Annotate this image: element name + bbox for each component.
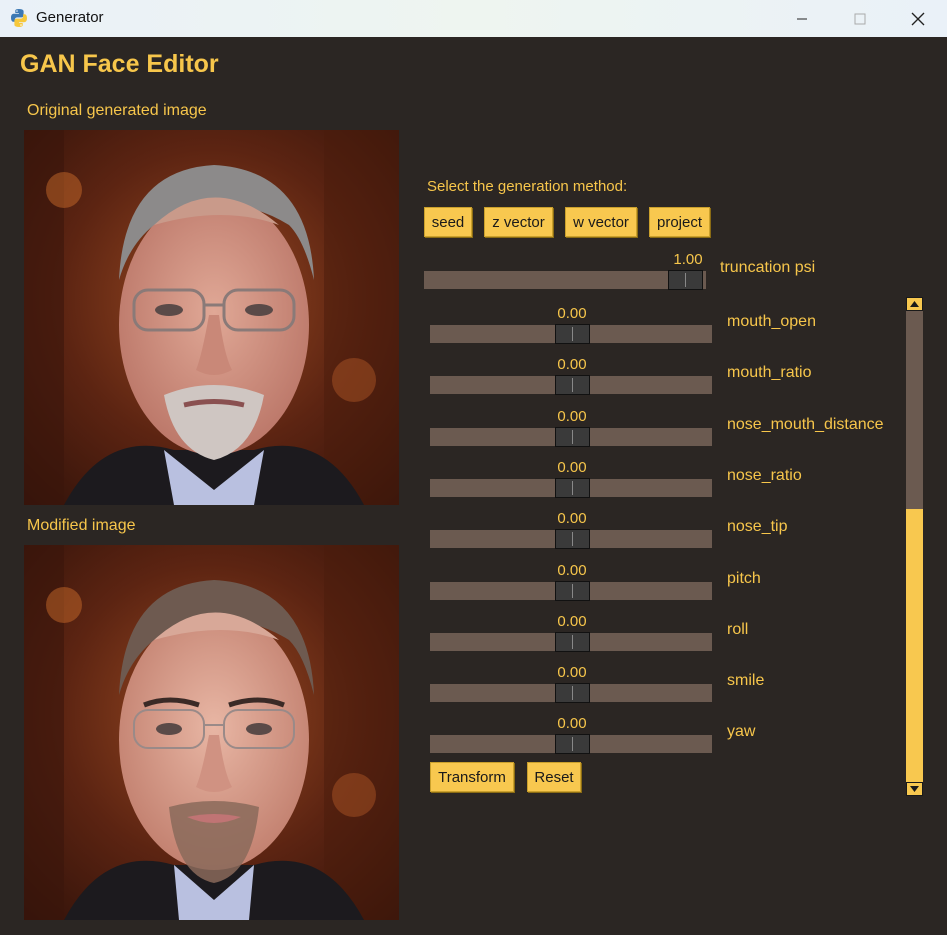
slider-label-mouth_open: mouth_open bbox=[727, 313, 816, 330]
slider-handle-nose_mouth_distance[interactable] bbox=[555, 427, 590, 447]
minimize-icon bbox=[797, 18, 807, 19]
truncation-label: truncation psi bbox=[720, 259, 816, 276]
slider-value-nose_mouth_distance: 0.00 bbox=[557, 408, 587, 425]
slider-value-smile: 0.00 bbox=[557, 664, 587, 681]
w-vector-button[interactable]: w vector bbox=[565, 207, 637, 237]
arrow-up-icon bbox=[910, 301, 919, 307]
z-vector-button[interactable]: z vector bbox=[484, 207, 553, 237]
slider-label-nose_tip: nose_tip bbox=[727, 518, 788, 535]
original-image-label: Original generated image bbox=[27, 102, 207, 119]
slider-roll[interactable] bbox=[430, 632, 712, 652]
slider-label-mouth_ratio: mouth_ratio bbox=[727, 364, 812, 381]
slider-mouth_open[interactable] bbox=[430, 324, 712, 344]
scroll-up-button[interactable] bbox=[906, 297, 923, 311]
close-icon bbox=[911, 12, 925, 25]
slider-handle-pitch[interactable] bbox=[555, 581, 590, 601]
arrow-down-icon bbox=[910, 786, 919, 792]
maximize-button[interactable] bbox=[831, 0, 889, 37]
slider-pitch[interactable] bbox=[430, 581, 712, 601]
slider-handle-nose_tip[interactable] bbox=[555, 529, 590, 549]
truncation-slider[interactable] bbox=[424, 270, 706, 290]
python-icon bbox=[9, 8, 29, 28]
slider-value-mouth_open: 0.00 bbox=[557, 305, 587, 322]
app-window: Generator GAN Face Editor Original gener… bbox=[0, 0, 947, 935]
title-bar: Generator bbox=[0, 0, 947, 37]
slider-value-yaw: 0.00 bbox=[557, 715, 587, 732]
slider-label-yaw: yaw bbox=[727, 723, 756, 740]
slider-label-roll: roll bbox=[727, 621, 749, 638]
project-button[interactable]: project bbox=[649, 207, 710, 237]
slider-smile[interactable] bbox=[430, 683, 712, 703]
reset-button[interactable]: Reset bbox=[527, 762, 581, 792]
modified-image bbox=[24, 545, 399, 920]
window-title: Generator bbox=[36, 9, 104, 26]
slider-handle-nose_ratio[interactable] bbox=[555, 478, 590, 498]
minimize-button[interactable] bbox=[773, 0, 831, 37]
slider-value-pitch: 0.00 bbox=[557, 562, 587, 579]
slider-handle-mouth_ratio[interactable] bbox=[555, 375, 590, 395]
truncation-slider-handle[interactable] bbox=[668, 270, 703, 290]
maximize-icon bbox=[854, 13, 866, 24]
sliders-scrollbar[interactable] bbox=[906, 297, 923, 796]
slider-label-pitch: pitch bbox=[727, 570, 761, 587]
slider-label-smile: smile bbox=[727, 672, 765, 689]
slider-nose_tip[interactable] bbox=[430, 529, 712, 549]
slider-label-nose_ratio: nose_ratio bbox=[727, 467, 802, 484]
original-image bbox=[24, 130, 399, 505]
slider-handle-mouth_open[interactable] bbox=[555, 324, 590, 344]
close-button[interactable] bbox=[889, 0, 947, 37]
modified-image-label: Modified image bbox=[27, 517, 136, 534]
scroll-down-button[interactable] bbox=[906, 782, 923, 796]
slider-handle-yaw[interactable] bbox=[555, 734, 590, 754]
generation-method-label: Select the generation method: bbox=[427, 178, 628, 195]
slider-value-nose_ratio: 0.00 bbox=[557, 459, 587, 476]
app-title: GAN Face Editor bbox=[20, 50, 219, 78]
slider-nose_ratio[interactable] bbox=[430, 478, 712, 498]
truncation-value: 1.00 bbox=[673, 251, 703, 268]
transform-button[interactable]: Transform bbox=[430, 762, 514, 792]
slider-nose_mouth_distance[interactable] bbox=[430, 427, 712, 447]
scrollbar-thumb[interactable] bbox=[906, 509, 923, 782]
slider-value-nose_tip: 0.00 bbox=[557, 510, 587, 527]
slider-yaw[interactable] bbox=[430, 734, 712, 754]
slider-value-mouth_ratio: 0.00 bbox=[557, 356, 587, 373]
slider-value-roll: 0.00 bbox=[557, 613, 587, 630]
slider-handle-smile[interactable] bbox=[555, 683, 590, 703]
slider-label-nose_mouth_distance: nose_mouth_distance bbox=[727, 416, 884, 433]
slider-mouth_ratio[interactable] bbox=[430, 375, 712, 395]
seed-button[interactable]: seed bbox=[424, 207, 472, 237]
slider-handle-roll[interactable] bbox=[555, 632, 590, 652]
